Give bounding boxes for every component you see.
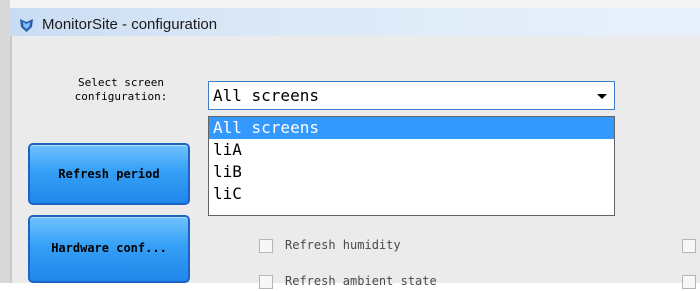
refresh-ambient-checkbox[interactable] (259, 275, 273, 289)
screen-config-selected-value: All screens (213, 86, 319, 105)
window-title: MonitorSite - configuration (42, 16, 218, 33)
dropdown-option-lic[interactable]: liC (209, 183, 614, 205)
refresh-period-button[interactable]: Refresh period (28, 143, 190, 205)
dropdown-option-lib[interactable]: liB (209, 161, 614, 183)
right-column-checkbox[interactable] (682, 239, 696, 253)
dropdown-option-all-screens[interactable]: All screens (209, 117, 614, 139)
refresh-ambient-label: Refresh ambient state (285, 274, 437, 288)
refresh-period-button-label: Refresh period (58, 167, 160, 181)
screen-config-label-line1: Select screen (77, 76, 165, 89)
screen-config-label: Select screen configuration: (62, 76, 180, 104)
screen-config-dropdown-list: All screens liA liB liC (208, 116, 615, 216)
right-column-checkbox[interactable] (682, 275, 696, 289)
screen-config-label-line2: configuration: (74, 90, 168, 103)
screen-config-select[interactable]: All screens (208, 81, 615, 110)
refresh-humidity-label: Refresh humidity (285, 238, 401, 252)
window-edge (0, 0, 10, 283)
dropdown-option-lia[interactable]: liA (209, 139, 614, 161)
chevron-down-icon[interactable] (597, 94, 607, 99)
panel-border (10, 36, 12, 283)
hardware-conf-button-label: Hardware conf... (51, 241, 167, 255)
hardware-conf-button[interactable]: Hardware conf... (28, 215, 190, 283)
refresh-humidity-checkbox[interactable] (259, 239, 273, 253)
shield-logo-icon (18, 17, 35, 34)
